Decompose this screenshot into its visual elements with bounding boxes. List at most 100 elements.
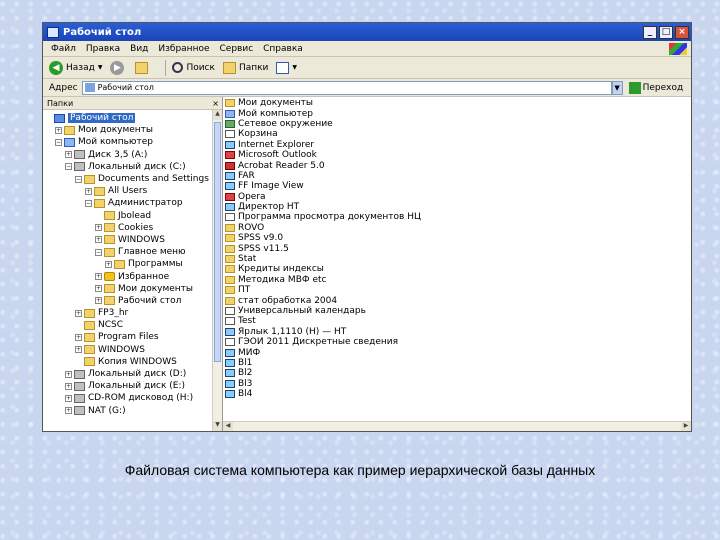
list-item[interactable]: Сетевое окружение — [225, 119, 691, 129]
expand-toggle[interactable]: + — [75, 333, 82, 341]
list-item[interactable]: SPSS v11.5 — [225, 243, 691, 254]
list-item[interactable]: ПТ — [225, 285, 691, 295]
tree-node[interactable]: + Диск 3,5 (A:) — [43, 149, 222, 161]
list-item[interactable]: стат обработка 2004 — [225, 295, 691, 306]
list-item[interactable]: Универсальный календарь — [225, 306, 691, 316]
list-item[interactable]: Мои документы — [225, 98, 691, 108]
title-bar[interactable]: Рабочий стол _ □ × — [43, 23, 691, 41]
collapse-toggle[interactable]: − — [75, 175, 82, 183]
menu-file[interactable]: Файл — [51, 44, 76, 54]
collapse-toggle[interactable]: − — [65, 163, 72, 171]
tree-node[interactable]: Копия WINDOWS — [43, 356, 222, 368]
tree-node[interactable]: + Локальный диск (D:) — [43, 368, 222, 380]
menu-tools[interactable]: Сервис — [220, 44, 254, 54]
list-item[interactable]: МИФ — [225, 347, 691, 358]
tree-node[interactable]: − Локальный диск (C:) — [43, 161, 222, 173]
expand-toggle[interactable]: + — [95, 236, 102, 244]
address-input[interactable]: Рабочий стол — [81, 80, 612, 95]
tree-node[interactable]: − Documents and Settings — [43, 173, 222, 185]
tree-node[interactable]: + NAT (G:) — [43, 405, 222, 417]
expand-toggle[interactable]: + — [65, 407, 72, 415]
tree-node[interactable]: + Cookies — [43, 222, 222, 234]
tree-node[interactable]: Jbolead — [43, 210, 222, 222]
list-item[interactable]: Acrobat Reader 5.0 — [225, 160, 691, 171]
list-item[interactable]: Корзина — [225, 129, 691, 139]
tree-node[interactable]: + Локальный диск (E:) — [43, 380, 222, 392]
menu-edit[interactable]: Правка — [86, 44, 120, 54]
list-item[interactable]: SPSS v9.0 — [225, 233, 691, 243]
tree-node[interactable]: Рабочий стол — [43, 112, 222, 124]
tree-node[interactable]: + Program Files — [43, 331, 222, 343]
list-item[interactable]: Директор НТ — [225, 202, 691, 212]
tree-node[interactable]: + FP3_hr — [43, 307, 222, 319]
forward-button[interactable]: ▶ — [110, 60, 127, 75]
tree-node[interactable]: + Мои документы — [43, 283, 222, 295]
tree-node[interactable]: + Мои документы — [43, 124, 222, 136]
list-item[interactable]: Bl3 — [225, 379, 691, 389]
scroll-up-arrow[interactable]: ▲ — [213, 110, 222, 120]
tree-node[interactable]: + Избранное — [43, 270, 222, 282]
list-item[interactable]: Bl4 — [225, 389, 691, 399]
scroll-thumb[interactable] — [214, 122, 221, 362]
list-item[interactable]: ГЭОИ 2011 Дискретные сведения — [225, 337, 691, 347]
list-item[interactable]: ROVO — [225, 223, 691, 233]
menu-help[interactable]: Справка — [263, 44, 303, 54]
list-item[interactable]: Кредиты индексы — [225, 264, 691, 274]
scroll-left-arrow[interactable]: ◀ — [223, 422, 233, 431]
expand-toggle[interactable]: + — [95, 273, 102, 281]
close-icon[interactable]: × — [212, 99, 219, 108]
file-list-horizontal-scrollbar[interactable]: ◀ ▶ — [223, 421, 691, 431]
expand-toggle[interactable]: + — [95, 297, 102, 305]
tree-node[interactable]: NCSC — [43, 319, 222, 331]
list-item[interactable]: Microsoft Outlook — [225, 150, 691, 160]
list-item[interactable]: Мой компьютер — [225, 108, 691, 119]
list-item[interactable]: Bl1 — [225, 358, 691, 368]
go-button[interactable]: Переход — [628, 81, 683, 94]
list-item[interactable]: Ярлык 1,1110 (H) — НТ — [225, 327, 691, 337]
expand-toggle[interactable]: + — [55, 126, 62, 134]
up-button[interactable] — [135, 61, 151, 74]
views-button[interactable]: ▼ — [276, 61, 297, 74]
tree-node[interactable]: + Программы — [43, 258, 222, 270]
list-item[interactable]: Bl2 — [225, 368, 691, 378]
address-dropdown-button[interactable]: ▼ — [611, 80, 623, 95]
folders-button[interactable]: Папки — [222, 61, 268, 74]
menu-view[interactable]: Вид — [130, 44, 148, 54]
tree-node[interactable]: − Мой компьютер — [43, 136, 222, 148]
expand-toggle[interactable]: + — [65, 382, 72, 390]
expand-toggle[interactable]: + — [95, 224, 102, 232]
expand-toggle[interactable]: + — [65, 151, 72, 159]
expand-toggle[interactable]: + — [105, 260, 112, 268]
scroll-right-arrow[interactable]: ▶ — [681, 422, 691, 431]
close-button[interactable]: × — [675, 25, 689, 39]
list-item[interactable]: Stat — [225, 254, 691, 264]
tree-node[interactable]: + WINDOWS — [43, 234, 222, 246]
expand-toggle[interactable]: + — [75, 346, 82, 354]
collapse-toggle[interactable]: − — [95, 248, 102, 256]
expand-toggle[interactable]: + — [65, 394, 72, 402]
tree-node[interactable]: + All Users — [43, 185, 222, 197]
search-button[interactable]: Поиск — [172, 62, 215, 73]
expand-toggle[interactable]: + — [85, 187, 92, 195]
list-item[interactable]: Opera — [225, 192, 691, 202]
list-item[interactable]: FAR — [225, 171, 691, 181]
scroll-track[interactable] — [233, 422, 681, 431]
tree-node[interactable]: + CD-ROM дисковод (H:) — [43, 392, 222, 404]
tree-node[interactable]: + Рабочий стол — [43, 295, 222, 307]
expand-toggle[interactable]: + — [95, 285, 102, 293]
tree-node[interactable]: − Администратор — [43, 197, 222, 209]
list-item[interactable]: FF Image View — [225, 181, 691, 191]
tree-vertical-scrollbar[interactable]: ▲ ▼ — [212, 110, 222, 431]
menu-favorites[interactable]: Избранное — [158, 44, 209, 54]
collapse-toggle[interactable]: − — [85, 199, 92, 207]
list-item[interactable]: Test — [225, 316, 691, 326]
scroll-down-arrow[interactable]: ▼ — [213, 421, 222, 431]
tree-node[interactable]: + WINDOWS — [43, 344, 222, 356]
back-button[interactable]: ◀ Назад ▼ — [49, 60, 102, 75]
minimize-button[interactable]: _ — [643, 25, 657, 39]
list-item[interactable]: Методика МВФ etc — [225, 275, 691, 285]
expand-toggle[interactable]: + — [65, 370, 72, 378]
maximize-button[interactable]: □ — [659, 25, 673, 39]
collapse-toggle[interactable]: − — [55, 138, 62, 146]
expand-toggle[interactable]: + — [75, 309, 82, 317]
